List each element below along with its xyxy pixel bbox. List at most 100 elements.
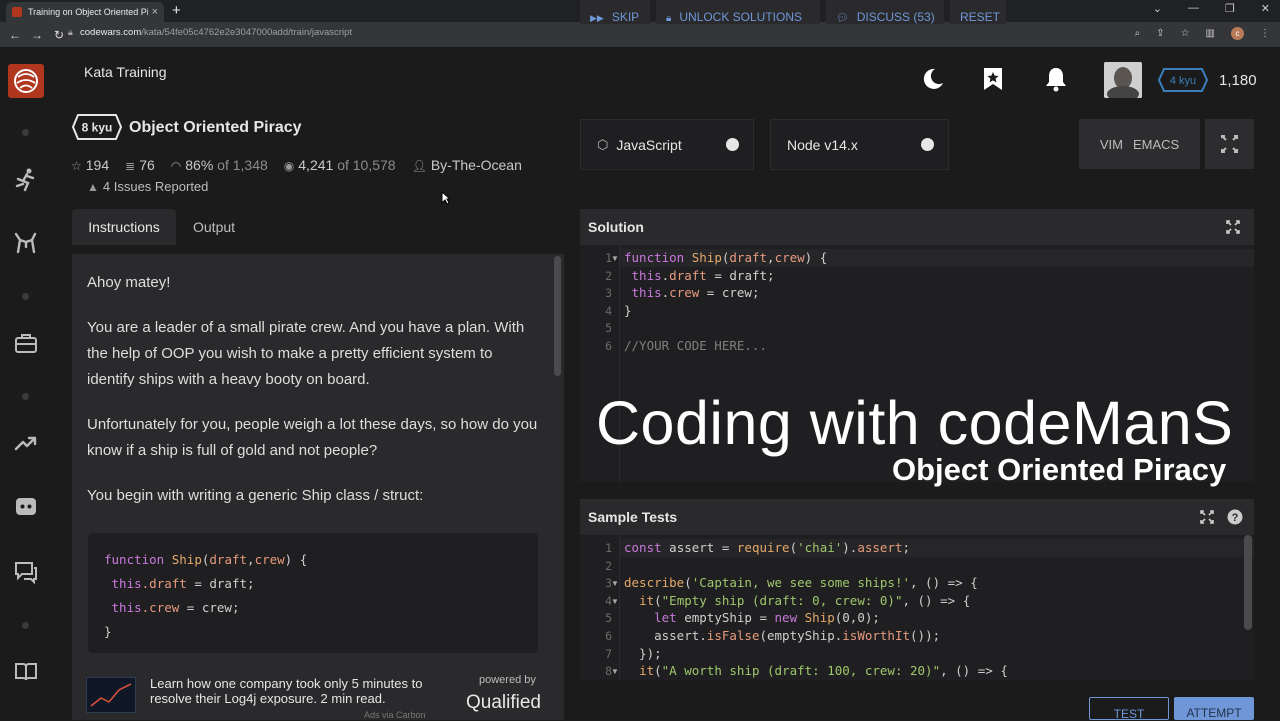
window-controls: ⌄ — ❐ ✕ <box>1153 2 1270 15</box>
notifications-bell-icon[interactable] <box>1043 66 1069 92</box>
author-stat[interactable]: 👤︎ By-The-Ocean <box>412 157 522 173</box>
tests-scrollbar[interactable] <box>1244 535 1252 630</box>
instructions-paragraph: Unfortunately for you, people weigh a lo… <box>87 416 538 459</box>
test-code-line: assert.isFalse(emptyShip.isWorthIt()); <box>624 628 941 643</box>
help-icon[interactable]: ? <box>1227 509 1243 525</box>
instructions-code-block: function Ship(draft,crew) { this.draft =… <box>88 533 538 653</box>
kumite-icon[interactable] <box>13 230 39 256</box>
briefcase-icon[interactable] <box>13 331 39 357</box>
rail-separator <box>22 393 29 400</box>
satisfaction-stat: ◠ 86% of 1,348 <box>170 157 268 173</box>
kata-rank-label: 8 kyu <box>82 121 113 135</box>
bookmark-star-icon[interactable] <box>980 66 1006 92</box>
vim-mode-button[interactable]: VIM <box>1100 137 1123 152</box>
ad-thumbnail-image <box>86 677 136 713</box>
collection-layers-icon: ≣ <box>125 159 136 173</box>
expand-icon[interactable] <box>1200 510 1214 524</box>
test-code-line: }); <box>624 645 662 661</box>
completed-stat: ◉ 4,241 of 10,578 <box>283 157 396 173</box>
fold-arrow-icon[interactable]: ▼ <box>611 254 619 263</box>
attempt-button[interactable]: Attempt <box>1174 697 1254 720</box>
line-number: 1 <box>605 251 612 265</box>
forward-icon[interactable]: → <box>26 28 48 42</box>
tab-instructions[interactable]: Instructions <box>72 209 176 245</box>
completed-target-icon: ◉ <box>283 159 295 173</box>
test-code-line: it("Empty ship (draft: 0, crew: 0)", () … <box>639 592 971 608</box>
new-tab-icon[interactable]: + <box>172 2 181 19</box>
discuss-button[interactable]: 💬︎ Discuss (53) <box>826 0 944 24</box>
share-icon[interactable]: ⇪ <box>1156 28 1164 39</box>
kata-stats: ☆ 194 ≣ 76 ◠ 86% of 1,348 ◉ 4,241 of 10,578 … <box>71 157 522 173</box>
runtime-select-value: Node v14.x <box>787 136 858 153</box>
profile-avatar[interactable]: c <box>1231 27 1244 40</box>
issues-reported[interactable]: ▲ 4 Issues Reported <box>87 179 208 194</box>
leaderboard-trend-icon[interactable] <box>13 430 39 456</box>
emacs-mode-button[interactable]: EMACS <box>1133 137 1179 152</box>
solution-code-line: //YOUR CODE HERE... <box>624 338 767 353</box>
author-person-icon: 👤︎ <box>411 159 427 173</box>
tab-output[interactable]: Output <box>193 209 235 245</box>
user-avatar[interactable] <box>1104 62 1142 98</box>
skip-button[interactable]: ▶▶ Skip <box>580 0 650 24</box>
kata-training-nav[interactable]: Kata Training <box>71 55 201 89</box>
skip-icon: ▶▶ <box>590 13 604 23</box>
discord-icon[interactable] <box>13 494 39 520</box>
star-icon: ☆ <box>71 159 82 173</box>
warning-icon: ▲ <box>87 180 99 194</box>
sample-tests-header: Sample Tests ? <box>580 499 1254 535</box>
chat-icon[interactable] <box>13 559 39 585</box>
language-select-value: JavaScript <box>616 136 682 153</box>
solution-code-line: this.crew = crew; <box>631 285 760 301</box>
line-number: 3 <box>605 576 612 591</box>
kata-rank-badge: 8 kyu <box>71 114 123 140</box>
test-code-line: describe('Captain, we see some ships!', … <box>624 575 978 591</box>
line-number: 2 <box>605 558 612 573</box>
line-number: 4 <box>605 303 612 318</box>
fold-arrow-icon[interactable]: ▼ <box>611 579 619 588</box>
mouse-cursor-icon <box>441 191 451 205</box>
collections-stat: ≣ 76 <box>125 157 155 173</box>
fold-arrow-icon[interactable]: ▼ <box>611 667 619 676</box>
close-window-icon[interactable]: ✕ <box>1261 2 1270 15</box>
fold-arrow-icon[interactable]: ▼ <box>611 597 619 606</box>
close-tab-icon[interactable]: × <box>152 6 158 18</box>
codewars-logo[interactable] <box>8 64 44 98</box>
minimize-icon[interactable]: — <box>1188 2 1199 15</box>
docs-book-icon[interactable] <box>13 659 39 685</box>
ad-text[interactable]: Learn how one company took only 5 minute… <box>150 676 450 706</box>
runtime-select[interactable]: Node v14.x <box>770 119 949 170</box>
practice-icon[interactable] <box>13 167 39 193</box>
bookmark-star-icon[interactable]: ☆ <box>1181 28 1190 39</box>
instructions-scrollbar[interactable] <box>554 256 561 376</box>
sidebar-toggle-icon[interactable]: ▥ <box>1206 28 1215 39</box>
line-number: 2 <box>605 268 612 283</box>
restore-icon[interactable]: ❐ <box>1225 2 1235 15</box>
expand-editor-button[interactable] <box>1205 119 1254 169</box>
reset-button[interactable]: Reset <box>950 0 1006 24</box>
browser-menu-icon[interactable]: ⋮ <box>1260 28 1270 39</box>
language-select[interactable]: ⬡ JavaScript <box>580 119 754 170</box>
expand-icon[interactable] <box>1226 220 1240 234</box>
editor-mode-group: VIM EMACS <box>1079 119 1200 169</box>
unlock-solutions-button[interactable]: 🔒︎ Unlock Solutions <box>656 0 820 24</box>
user-rank-badge[interactable]: 4 kyu <box>1157 68 1209 92</box>
qualified-logo: Qualified <box>466 692 541 713</box>
carbon-ad[interactable]: Learn how one company took only 5 minute… <box>72 660 564 720</box>
ads-via-carbon[interactable]: Ads via Carbon <box>364 710 426 720</box>
rail-separator <box>22 293 29 300</box>
line-number: 6 <box>605 339 612 353</box>
test-code-line: const assert = require('chai').assert; <box>624 540 911 555</box>
stars-stat[interactable]: ☆ 194 <box>71 157 109 173</box>
dark-mode-moon-icon[interactable] <box>920 66 946 92</box>
tab-search-icon[interactable]: ⌄ <box>1153 2 1162 15</box>
line-number: 5 <box>605 321 612 336</box>
back-icon[interactable]: ← <box>4 28 26 42</box>
reload-icon[interactable]: ↻ <box>48 28 70 42</box>
kata-title[interactable]: Object Oriented Piracy <box>129 119 302 137</box>
test-button[interactable]: Test <box>1089 697 1169 721</box>
ad-powered-by: powered by <box>479 674 536 686</box>
url-field[interactable]: codewars.com/kata/54fe05c4762e2e3047000a… <box>80 27 352 38</box>
instructions-paragraph: You are a leader of a small pirate crew.… <box>87 319 525 388</box>
zoom-icon[interactable]: ⌕ <box>1135 28 1141 39</box>
browser-tab[interactable]: Training on Object Oriented Pira × <box>6 2 164 22</box>
